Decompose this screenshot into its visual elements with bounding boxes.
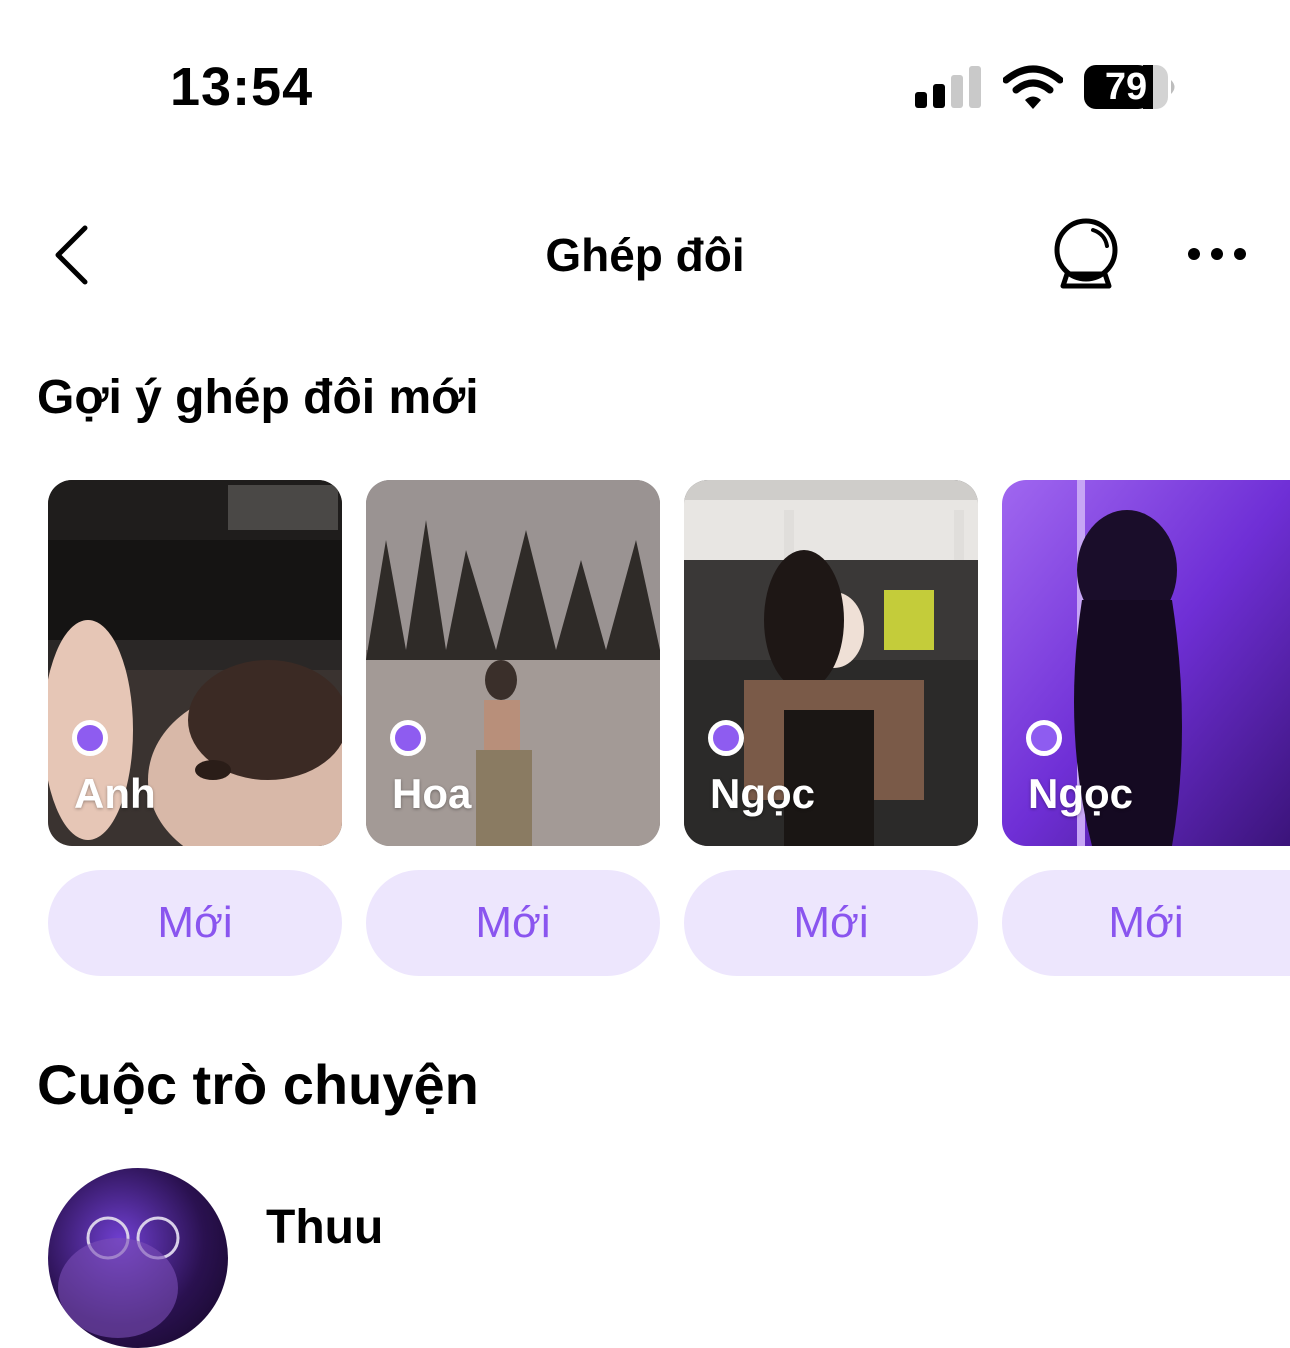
card-name: Ngọc xyxy=(1028,770,1133,817)
avatar-photo xyxy=(58,1216,180,1338)
battery-level: 79 xyxy=(1104,66,1148,108)
online-indicator xyxy=(390,720,426,756)
card-name: Hoa xyxy=(392,770,472,817)
new-badge-button[interactable]: Mới xyxy=(48,870,342,976)
card-name: Ngọc xyxy=(710,770,815,817)
online-indicator xyxy=(708,720,744,756)
card-name: Anh xyxy=(74,770,156,817)
suggestions-title: Gợi ý ghép đôi mới xyxy=(37,371,479,424)
match-card[interactable]: Ngọc xyxy=(684,480,978,846)
avatar xyxy=(48,1168,228,1348)
crystal-ball-icon xyxy=(1054,218,1118,289)
conversations-title: Cuộc trò chuyện xyxy=(37,1053,479,1116)
online-indicator xyxy=(72,720,108,756)
online-indicator xyxy=(1026,720,1062,756)
match-card[interactable]: Ngọc xyxy=(1002,480,1290,846)
signal-icon xyxy=(915,66,981,108)
new-badge-button[interactable]: Mới xyxy=(684,870,978,976)
more-dots-icon xyxy=(1188,248,1246,260)
new-badge-button[interactable]: Mới xyxy=(1002,870,1290,976)
conversation-name: Thuu xyxy=(266,1201,384,1254)
match-card[interactable]: Anh xyxy=(48,480,342,846)
crystal-ball-button[interactable] xyxy=(1045,214,1127,296)
more-button[interactable] xyxy=(1180,234,1254,274)
new-badge-button[interactable]: Mới xyxy=(366,870,660,976)
wifi-icon xyxy=(1003,65,1063,109)
match-card[interactable]: Hoa xyxy=(366,480,660,846)
status-time: 13:54 xyxy=(170,57,314,117)
